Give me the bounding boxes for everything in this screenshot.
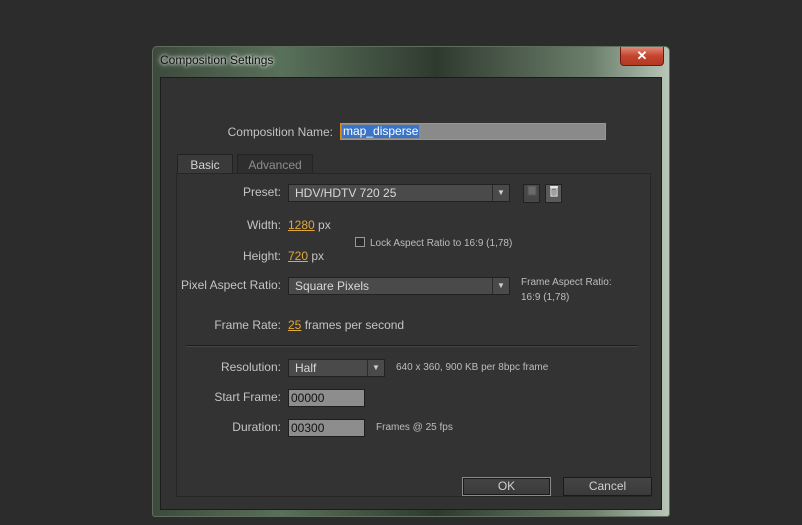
duration-info: Frames @ 25 fps	[376, 422, 453, 433]
start-frame-input[interactable]: 00000	[288, 389, 365, 407]
chevron-down-icon: ▼	[492, 278, 509, 294]
save-preset-icon[interactable]	[523, 184, 540, 203]
preset-value: HDV/HDTV 720 25	[295, 186, 397, 200]
height-unit: px	[311, 249, 325, 263]
cancel-button[interactable]: Cancel	[563, 477, 652, 496]
pixel-aspect-value: Square Pixels	[295, 279, 370, 293]
duration-label: Duration:	[232, 420, 281, 434]
frame-rate-label: Frame Rate:	[214, 318, 281, 332]
duration-input[interactable]: 00300	[288, 419, 365, 437]
chevron-down-icon: ▼	[367, 360, 384, 376]
preset-label: Preset:	[242, 185, 281, 199]
composition-name-label: Composition Name:	[227, 125, 333, 139]
ok-button[interactable]: OK	[462, 477, 551, 496]
preset-dropdown[interactable]: HDV/HDTV 720 25 ▼	[288, 184, 510, 202]
resolution-dropdown[interactable]: Half ▼	[288, 359, 385, 377]
height-label: Height:	[242, 249, 281, 263]
composition-settings-dialog: Composition Settings ✕ Composition Name:…	[152, 46, 670, 517]
resolution-info: 640 x 360, 900 KB per 8bpc frame	[396, 362, 549, 373]
chevron-down-icon: ▼	[492, 185, 509, 201]
resolution-value: Half	[295, 361, 317, 375]
width-label: Width:	[246, 218, 281, 232]
pixel-aspect-label: Pixel Aspect Ratio:	[180, 278, 281, 292]
pixel-aspect-dropdown[interactable]: Square Pixels ▼	[288, 277, 510, 295]
frame-rate-field: 25 frames per second	[288, 318, 404, 332]
height-field: 720 px	[288, 249, 324, 263]
height-value[interactable]: 720	[288, 249, 308, 263]
composition-name-input[interactable]: map_disperse	[340, 123, 606, 140]
start-frame-label: Start Frame:	[214, 390, 281, 404]
frame-aspect-value: 16:9 (1,78)	[521, 292, 570, 303]
close-button[interactable]: ✕	[620, 47, 664, 66]
resolution-label: Resolution:	[220, 360, 281, 374]
window-title: Composition Settings	[160, 53, 274, 67]
width-field: 1280 px	[288, 218, 331, 232]
frame-rate-unit: frames per second	[304, 318, 405, 332]
frame-aspect-title: Frame Aspect Ratio:	[521, 277, 612, 288]
width-value[interactable]: 1280	[288, 218, 315, 232]
lock-aspect-checkbox[interactable]	[355, 237, 365, 247]
lock-aspect-label: Lock Aspect Ratio to 16:9 (1,78)	[370, 238, 513, 249]
dialog-client-area: Composition Name: map_disperse Basic Adv…	[160, 77, 662, 510]
tab-basic[interactable]: Basic	[177, 154, 233, 174]
tab-advanced[interactable]: Advanced	[237, 154, 313, 174]
width-unit: px	[318, 218, 331, 232]
frame-rate-value[interactable]: 25	[288, 318, 301, 332]
trash-icon[interactable]	[545, 184, 562, 203]
section-divider	[186, 345, 638, 347]
composition-name-value: map_disperse	[342, 124, 420, 138]
